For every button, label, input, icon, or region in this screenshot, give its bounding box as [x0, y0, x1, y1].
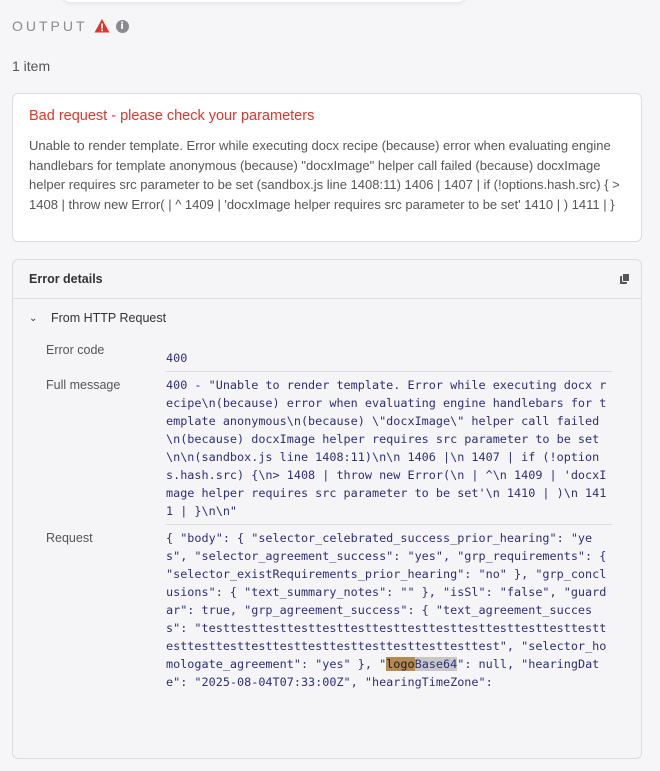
error-title: Bad request - please check your paramete… — [29, 108, 315, 124]
copy-icon[interactable] — [619, 273, 631, 285]
error-card: Bad request - please check your paramete… — [12, 93, 642, 242]
request-row: Request { "body": { "selector_celebrated… — [46, 531, 612, 771]
divider — [166, 524, 612, 525]
chevron-down-icon: ⌄ — [29, 312, 38, 324]
output-header: OUTPUT i — [12, 18, 129, 34]
request-text-start: { "body": { "selector_celebrated_success… — [166, 531, 607, 671]
full-message-value: 400 - "Unable to render template. Error … — [166, 378, 607, 518]
section-title: From HTTP Request — [51, 311, 167, 325]
error-details-title: Error details — [29, 272, 103, 286]
full-message-row: Full message 400 - "Unable to render tem… — [46, 378, 612, 523]
info-icon[interactable]: i — [115, 19, 129, 33]
error-code-value: 400 — [166, 351, 188, 365]
search-highlight-current: logo — [386, 657, 415, 671]
error-code-label: Error code — [46, 343, 105, 357]
error-code-row: Error code 400 — [46, 343, 612, 373]
section-toggle-http-request[interactable]: ⌄ From HTTP Request — [13, 299, 641, 337]
error-details-panel: Error details ⌄ From HTTP Request Error … — [12, 259, 642, 759]
request-value: { "body": { "selector_celebrated_success… — [166, 529, 612, 691]
error-details-header: Error details — [13, 260, 641, 299]
item-count: 1 item — [12, 58, 51, 74]
divider — [166, 371, 612, 372]
request-label: Request — [46, 531, 93, 545]
output-title: OUTPUT — [12, 18, 88, 34]
full-message-label: Full message — [46, 378, 121, 392]
error-message: Unable to render template. Error while e… — [29, 138, 620, 212]
warning-icon — [94, 19, 110, 33]
previous-card-edge — [62, 0, 466, 2]
search-highlight: Base64 — [414, 657, 458, 671]
